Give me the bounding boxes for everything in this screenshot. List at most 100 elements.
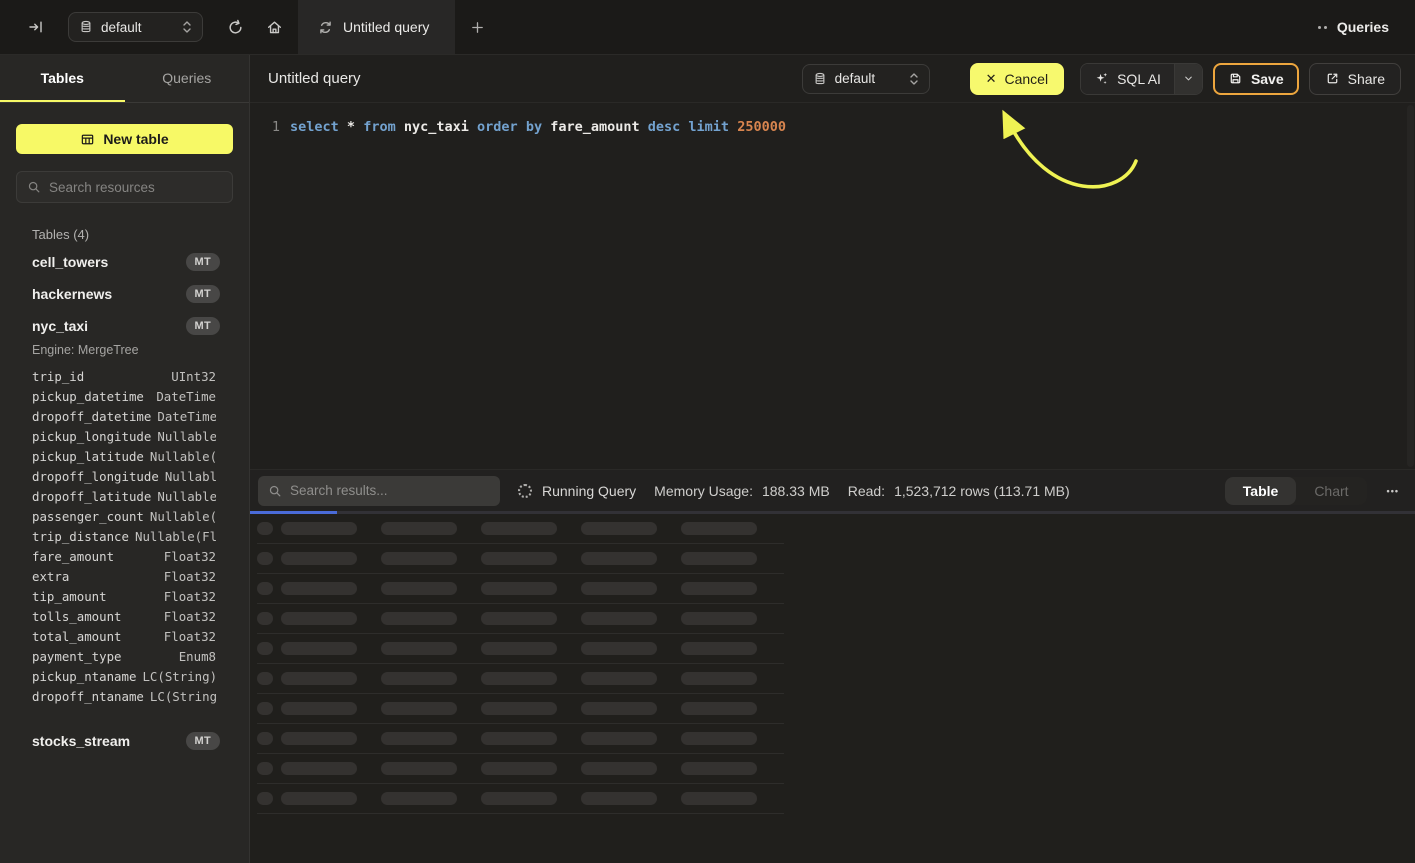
skeleton-cell: [681, 702, 757, 715]
column-row-payment_type[interactable]: payment_typeEnum8: [32, 647, 216, 667]
column-row-passenger_count[interactable]: passenger_countNullable(UIn: [32, 507, 216, 527]
skeleton-cell: [681, 672, 757, 685]
column-name: dropoff_latitude: [32, 487, 151, 507]
save-button[interactable]: Save: [1213, 63, 1299, 95]
table-item-hackernews[interactable]: hackernewsMT: [16, 278, 233, 310]
home-icon[interactable]: [250, 13, 298, 41]
column-row-trip_distance[interactable]: trip_distanceNullable(Float: [32, 527, 216, 547]
column-row-dropoff_longitude[interactable]: dropoff_longitudeNullable(F: [32, 467, 216, 487]
new-tab-icon[interactable]: [463, 13, 491, 41]
query-database-selector[interactable]: default: [802, 64, 930, 94]
table-item-nyc_taxi[interactable]: nyc_taxiMT: [16, 310, 233, 342]
new-table-button[interactable]: New table: [16, 124, 233, 154]
resource-search-input[interactable]: [49, 180, 222, 195]
topbar-database-selector[interactable]: default: [68, 12, 203, 42]
sql-token: select: [290, 119, 339, 135]
sql-token: [469, 119, 477, 135]
skeleton-cell: [481, 612, 557, 625]
memory-usage-value: 188.33 MB: [762, 483, 830, 499]
column-row-pickup_longitude[interactable]: pickup_longitudeNullable(Fl: [32, 427, 216, 447]
skeleton-cell: [381, 732, 457, 745]
skeleton-cell: [581, 612, 657, 625]
skeleton-row: [257, 784, 784, 814]
skeleton-cell: [381, 582, 457, 595]
column-type: UInt32: [171, 367, 216, 387]
sql-ai-button[interactable]: SQL AI: [1080, 63, 1203, 95]
skeleton-cell: [681, 582, 757, 595]
search-icon: [268, 484, 282, 498]
sql-token: [396, 119, 404, 135]
table-name: stocks_stream: [32, 733, 130, 749]
editor-scrollbar[interactable]: [1407, 105, 1414, 467]
view-tab-table[interactable]: Table: [1225, 477, 1297, 505]
column-row-total_amount[interactable]: total_amountFloat32: [32, 627, 216, 647]
skeleton-cell: [581, 792, 657, 805]
sidebar-tab-tables[interactable]: Tables: [0, 55, 125, 102]
table-item-cell_towers[interactable]: cell_towersMT: [16, 246, 233, 278]
column-row-fare_amount[interactable]: fare_amountFloat32: [32, 547, 216, 567]
search-icon: [27, 180, 41, 194]
skeleton-row: [257, 574, 784, 604]
topbar-right: Queries: [1318, 0, 1415, 54]
column-row-dropoff_ntaname[interactable]: dropoff_ntaname LC(String): [32, 687, 216, 707]
read-stats-label: Read:: [848, 483, 885, 499]
skeleton-cell: [281, 612, 357, 625]
skeleton-cell: [581, 522, 657, 535]
skeleton-row: [257, 634, 784, 664]
column-name: dropoff_longitude: [32, 467, 159, 487]
query-tab-label: Untitled query: [343, 19, 429, 35]
column-row-trip_id[interactable]: trip_idUInt32: [32, 367, 216, 387]
column-row-dropoff_latitude[interactable]: dropoff_latitude Nullable(Fl: [32, 487, 216, 507]
column-name: dropoff_ntaname: [32, 687, 144, 707]
column-name: trip_distance: [32, 527, 129, 547]
share-button[interactable]: Share: [1309, 63, 1401, 95]
column-row-extra[interactable]: extraFloat32: [32, 567, 216, 587]
sql-editor[interactable]: 1 select * from nyc_taxi order by fare_a…: [250, 103, 1415, 469]
queries-link[interactable]: Queries: [1318, 19, 1389, 35]
sidebar-tab-queries[interactable]: Queries: [125, 55, 250, 102]
skeleton-cell: [481, 552, 557, 565]
sql-ai-main[interactable]: SQL AI: [1081, 64, 1174, 94]
column-row-tip_amount[interactable]: tip_amountFloat32: [32, 587, 216, 607]
column-type: Nullable(Fl: [157, 487, 216, 507]
results-search-input[interactable]: [290, 483, 490, 498]
column-row-pickup_datetime[interactable]: pickup_datetimeDateTime: [32, 387, 216, 407]
column-row-dropoff_datetime[interactable]: dropoff_datetimeDateTime: [32, 407, 216, 427]
engine-badge: MT: [186, 285, 220, 303]
topbar: default Untitled query: [0, 0, 1415, 55]
column-row-tolls_amount[interactable]: tolls_amountFloat32: [32, 607, 216, 627]
column-row-pickup_ntaname[interactable]: pickup_ntanameLC(String): [32, 667, 216, 687]
skeleton-cell: [681, 762, 757, 775]
skeleton-cell: [281, 582, 357, 595]
collapse-sidebar-icon[interactable]: [22, 13, 50, 41]
database-selector-value: default: [101, 20, 142, 35]
skeleton-cell: [481, 582, 557, 595]
table-item-stocks_stream[interactable]: stocks_streamMT: [16, 725, 233, 757]
database-icon: [79, 20, 93, 34]
column-type: Float32: [164, 627, 216, 647]
skeleton-cell: [257, 612, 273, 625]
skeleton-cell: [257, 792, 273, 805]
sql-token: limit: [688, 119, 729, 135]
database-icon: [813, 72, 827, 86]
refresh-icon[interactable]: [221, 13, 249, 41]
column-name: pickup_latitude: [32, 447, 144, 467]
skeleton-cell: [581, 702, 657, 715]
column-type: Float32: [164, 587, 216, 607]
memory-usage: Memory Usage: 188.33 MB: [654, 483, 830, 499]
sql-token: fare_amount: [550, 119, 639, 135]
skeleton-cell: [281, 732, 357, 745]
cancel-button[interactable]: ✕ Cancel: [970, 63, 1065, 95]
view-tab-chart[interactable]: Chart: [1296, 477, 1366, 505]
skeleton-cell: [381, 672, 457, 685]
column-row-pickup_latitude[interactable]: pickup_latitudeNullable(Flo: [32, 447, 216, 467]
skeleton-row: [257, 664, 784, 694]
column-type: LC(String): [150, 687, 216, 707]
skeleton-cell: [481, 732, 557, 745]
query-tab[interactable]: Untitled query: [298, 0, 455, 54]
sql-code-line[interactable]: select * from nyc_taxi order by fare_amo…: [290, 117, 786, 137]
more-options-icon[interactable]: •••: [1385, 486, 1401, 496]
chevron-down-icon: [1183, 73, 1194, 84]
sql-ai-dropdown[interactable]: [1174, 64, 1202, 94]
skeleton-cell: [381, 702, 457, 715]
